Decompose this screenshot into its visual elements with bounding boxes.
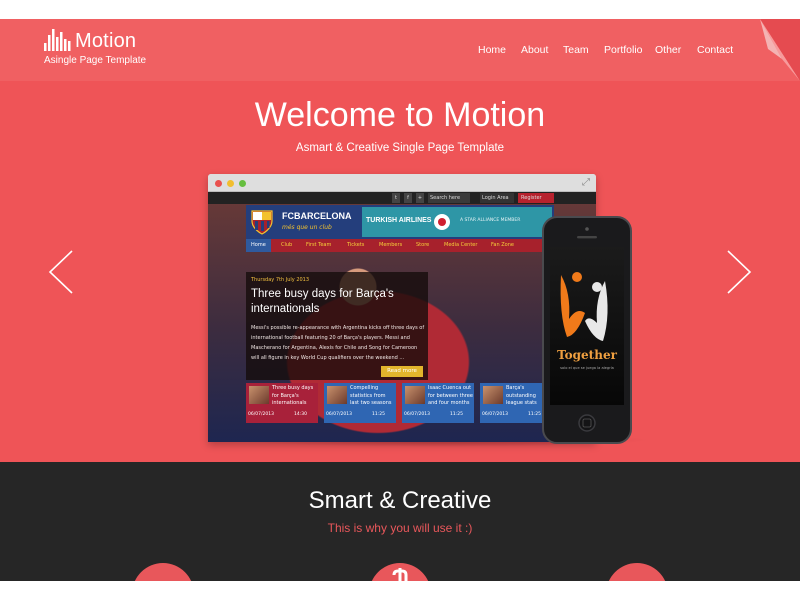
hero-section: Welcome to Motion Asmart & Creative Sing… (0, 81, 800, 462)
feature-icon-circle (606, 563, 668, 581)
article-date: Thursday 7th July 2013 (251, 277, 310, 283)
featured-article: Thursday 7th July 2013 Three busy days f… (246, 272, 428, 380)
nav-team[interactable]: Team (563, 44, 589, 56)
browser-mockup: ⤢ t f + Search here Login Area Register (208, 174, 596, 442)
feature-glyph-icon (392, 568, 408, 581)
page-corner-fold (760, 19, 800, 81)
plus-icon: + (416, 193, 424, 203)
close-dot-icon (215, 180, 222, 187)
thumb-meta: 06/07/2013 11:25 (326, 412, 396, 417)
thumb-date: 06/07/2013 (482, 412, 508, 417)
thumb-photo (405, 386, 425, 404)
airline-logo-icon (434, 214, 450, 230)
header-navbar: Motion Asingle Page Template Home About … (0, 19, 800, 81)
thumb-date: 06/07/2013 (248, 412, 274, 417)
news-thumb: Isaac Cuenca out for between three and f… (402, 383, 474, 423)
site-menu-media-center: Media Center (444, 242, 478, 248)
website-screenshot: t f + Search here Login Area Register FC… (208, 192, 596, 442)
thumb-photo (249, 386, 269, 404)
feature-icon-circle (132, 563, 194, 581)
thumb-time: 11:25 (450, 412, 463, 417)
club-motto: més que un club (282, 224, 332, 231)
nav-portfolio[interactable]: Portfolio (604, 44, 643, 56)
maximize-dot-icon (239, 180, 246, 187)
expand-icon: ⤢ (582, 177, 590, 188)
browser-chrome: ⤢ (208, 174, 596, 192)
thumb-photo (327, 386, 347, 404)
main-nav: Home About Team Portfolio Other Contact (0, 44, 800, 58)
thumb-title: Three busy days for Barça's internationa… (272, 385, 314, 406)
phone-app-tagline: solo el que se juega la alegría (560, 366, 614, 370)
hero-title: Welcome to Motion (254, 96, 546, 134)
site-menu-tickets: Tickets (347, 242, 365, 248)
minimize-dot-icon (227, 180, 234, 187)
hero-subtitle: Asmart & Creative Single Page Template (295, 142, 505, 154)
sponsor-name: TURKISH AIRLINES (366, 217, 432, 224)
news-thumb: Compelling statistics from last two seas… (324, 383, 396, 423)
chevron-right-icon[interactable] (724, 249, 754, 295)
news-thumb: Three busy days for Barça's internationa… (246, 383, 318, 423)
nav-home[interactable]: Home (478, 44, 506, 56)
thumb-meta: 06/07/2013 14:30 (248, 412, 318, 417)
phone-app-name: Together (557, 348, 617, 362)
section-title: Smart & Creative (308, 487, 492, 514)
site-menu-members: Members (379, 242, 403, 248)
thumb-title: Compelling statistics from last two seas… (350, 385, 392, 406)
thumb-date: 06/07/2013 (326, 412, 352, 417)
thumb-title: Isaac Cuenca out for between three and f… (428, 385, 473, 406)
thumb-date: 06/07/2013 (404, 412, 430, 417)
thumb-meta: 06/07/2013 11:25 (404, 412, 474, 417)
chevron-left-icon[interactable] (46, 249, 76, 295)
site-menu-first-team: First Team (306, 242, 332, 248)
nav-about[interactable]: About (521, 44, 548, 56)
sponsor-banner: TURKISH AIRLINES A STAR ALLIANCE MEMBER (362, 207, 552, 237)
thumb-photo (483, 386, 503, 404)
facebook-icon: f (404, 193, 412, 203)
club-crest-icon (251, 210, 273, 235)
article-body: Messi's possible re-appearance with Arge… (251, 325, 425, 361)
site-header: FCBARCELONA més que un club TURKISH AIRL… (246, 205, 554, 239)
phone-mockup: Together solo el que se juega la alegría (542, 216, 632, 444)
read-more-button: Read more (381, 366, 423, 377)
club-name: FCBARCELONA (282, 211, 352, 221)
site-menu-home: Home (246, 239, 271, 252)
nav-contact[interactable]: Contact (697, 44, 733, 56)
thumb-time: 14:30 (294, 412, 307, 417)
section-subtitle: This is why you will use it :) (327, 521, 473, 535)
site-topbar: t f + Search here Login Area Register (208, 192, 596, 204)
twitter-icon: t (392, 193, 400, 203)
login-link: Login Area (480, 193, 514, 203)
sponsor-alliance: A STAR ALLIANCE MEMBER (460, 218, 521, 223)
thumb-time: 11:25 (528, 412, 541, 417)
register-link: Register (518, 193, 554, 203)
site-menu-club: Club (281, 242, 293, 248)
feature-icon-circle (369, 563, 431, 581)
site-menu: Home Club First Team Tickets Members Sto… (246, 239, 554, 252)
thumb-time: 11:25 (372, 412, 385, 417)
article-title: Three busy days for Barça's internationa… (251, 288, 394, 315)
site-search-input: Search here (428, 193, 470, 203)
site-menu-fan-zone: Fan Zone (491, 242, 514, 248)
nav-other[interactable]: Other (655, 44, 681, 56)
site-menu-store: Store (416, 242, 430, 248)
features-section: Smart & Creative This is why you will us… (0, 462, 800, 581)
